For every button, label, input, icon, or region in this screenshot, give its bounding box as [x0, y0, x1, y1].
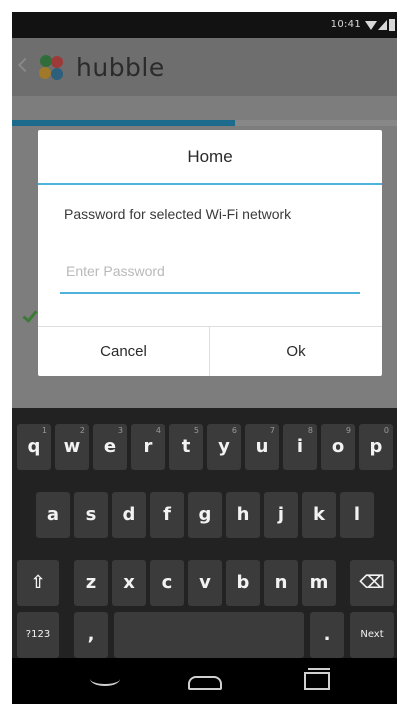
key-g[interactable]: g [188, 492, 222, 538]
wifi-icon [365, 21, 377, 30]
key-w[interactable]: w2 [55, 424, 89, 470]
signal-icon [378, 20, 387, 30]
key-m[interactable]: m [302, 560, 336, 606]
key-hint: 1 [41, 426, 47, 435]
key-d[interactable]: d [112, 492, 146, 538]
key-c[interactable]: c [150, 560, 184, 606]
wifi-password-dialog: Home Password for selected Wi-Fi network… [38, 130, 382, 376]
key-u[interactable]: u7 [245, 424, 279, 470]
key-e[interactable]: e3 [93, 424, 127, 470]
key-o[interactable]: o9 [321, 424, 355, 470]
cancel-button[interactable]: Cancel [38, 327, 210, 376]
ok-button[interactable]: Ok [210, 327, 382, 376]
key-hint: 4 [155, 426, 161, 435]
space-key[interactable] [114, 612, 304, 658]
key-hint: 6 [231, 426, 237, 435]
app-bar: hubble [12, 38, 397, 126]
hubble-logo-icon [39, 55, 63, 80]
key-hint: 3 [117, 426, 123, 435]
dialog-message: Password for selected Wi-Fi network [64, 206, 292, 222]
key-hint: 9 [345, 426, 351, 435]
symbols-key[interactable]: ?123 [17, 612, 59, 658]
nav-back-icon[interactable] [90, 672, 120, 686]
key-hint: 2 [79, 426, 85, 435]
nav-recent-apps-icon[interactable] [304, 668, 330, 690]
key-b[interactable]: b [226, 560, 260, 606]
key-x[interactable]: x [112, 560, 146, 606]
key-k[interactable]: k [302, 492, 336, 538]
next-key[interactable]: Next [350, 612, 394, 658]
key-r[interactable]: r4 [131, 424, 165, 470]
key-h[interactable]: h [226, 492, 260, 538]
status-time: 10:41 [330, 19, 361, 30]
app-title: hubble [76, 53, 165, 82]
status-bar: 10:41 [12, 12, 397, 38]
check-icon [22, 307, 38, 323]
key-v[interactable]: v [188, 560, 222, 606]
key-i[interactable]: i8 [283, 424, 317, 470]
key-j[interactable]: j [264, 492, 298, 538]
nav-bar [12, 658, 397, 704]
key-t[interactable]: t5 [169, 424, 203, 470]
key-hint: 8 [307, 426, 313, 435]
key-hint: 7 [269, 426, 275, 435]
key-z[interactable]: z [74, 560, 108, 606]
setup-progress-fill [12, 120, 236, 126]
key-y[interactable]: y6 [207, 424, 241, 470]
soft-keyboard: ⇧ ⌫ ?123 , . Next q1w2e3r4t5y6u7i8o9p0 as… [12, 408, 397, 658]
key-f[interactable]: f [150, 492, 184, 538]
dialog-title: Home [187, 147, 233, 166]
key-a[interactable]: a [36, 492, 70, 538]
phone-screen: 10:41 hubble Home Password for selected … [12, 12, 397, 704]
password-input[interactable] [60, 250, 360, 294]
key-p[interactable]: p0 [359, 424, 393, 470]
key-n[interactable]: n [264, 560, 298, 606]
battery-icon [389, 19, 395, 31]
key-hint: 5 [193, 426, 199, 435]
dialog-divider [38, 183, 382, 185]
back-chevron-icon[interactable] [17, 57, 33, 73]
key-s[interactable]: s [74, 492, 108, 538]
shift-key[interactable]: ⇧ [17, 560, 59, 606]
setup-progress-bar [12, 120, 397, 126]
comma-key[interactable]: , [74, 612, 108, 658]
key-hint: 0 [383, 426, 389, 435]
backspace-key[interactable]: ⌫ [350, 560, 394, 606]
nav-home-icon[interactable] [188, 676, 222, 690]
key-q[interactable]: q1 [17, 424, 51, 470]
period-key[interactable]: . [310, 612, 344, 658]
key-l[interactable]: l [340, 492, 374, 538]
dialog-actions: Cancel Ok [38, 326, 382, 376]
